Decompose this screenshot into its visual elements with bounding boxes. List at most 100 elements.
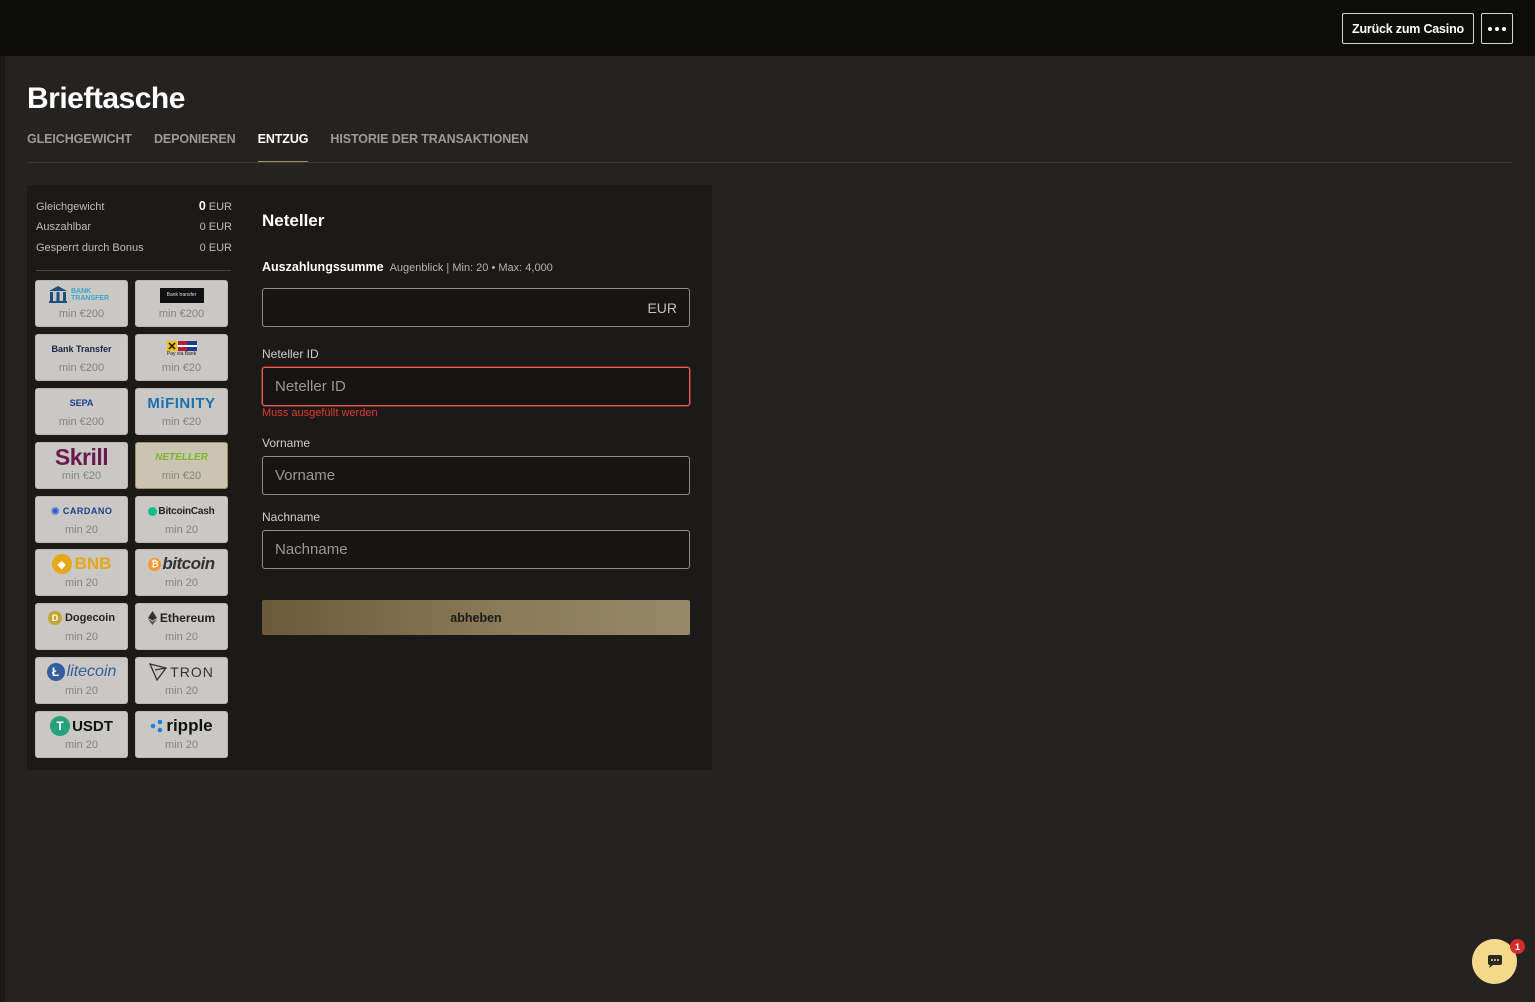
balance-total-row: Gleichgewicht 0 EUR [36,199,232,213]
tab-withdraw[interactable]: ENTZUG [257,130,309,163]
more-dots-icon[interactable] [1481,13,1513,44]
method-min: min €20 [161,362,202,374]
method-skrill[interactable]: Skrill min €20 [35,442,128,489]
method-min: min €200 [158,308,205,320]
sepa-logo: SEPA [69,398,94,408]
method-ethereum[interactable]: Ethereum min 20 [135,603,228,650]
balance-bonus-row: Gesperrt durch Bonus 0 EUR [36,242,232,254]
method-min: min 20 [164,524,199,536]
method-min: min 20 [64,685,99,697]
pay-via-bank-logo: Pay via Bank [166,335,197,363]
method-bank-transfer-1[interactable]: BANK TRANSFER min €200 [35,280,128,327]
balance-total-currency: EUR [208,201,232,213]
method-dogecoin[interactable]: D Dogecoin min 20 [35,603,128,650]
left-edge [0,56,5,1002]
method-bank-transfer-3[interactable]: Bank Transfer min €200 [35,334,128,381]
form-title: Neteller [262,211,325,230]
cardano-icon: ✺ [50,505,60,518]
bank-transfer-dark-logo: Bank transfer [159,281,204,309]
neteller-logo: NETELLER [155,451,208,463]
balance-bonus-label: Gesperrt durch Bonus [36,242,144,254]
balance-withdrawable-label: Auszahlbar [36,221,92,233]
withdraw-panel: Gleichgewicht 0 EUR Auszahlbar 0 EUR Gesp… [27,185,712,770]
method-min: min €20 [61,470,102,482]
neteller-id-error: Muss ausgefüllt werden [262,407,378,419]
skrill-logo: Skrill [54,444,109,470]
method-tron[interactable]: TRON min 20 [135,657,228,704]
bitcoincash-logo: BitcoinCash [148,497,215,525]
balance-withdrawable-value: 0 EUR [199,221,232,233]
ripple-logo: ripple [150,712,213,740]
balance-total-label: Gleichgewicht [36,201,105,213]
cardano-logo: ✺ CARDANO [50,505,113,518]
neteller-id-input[interactable]: Neteller ID [262,367,690,406]
page-title: Brieftasche [27,82,185,115]
dogecoin-icon: D [47,611,62,625]
neteller-id-label: Neteller ID [262,347,319,361]
balance-divider [36,270,231,271]
lastname-input[interactable]: Nachname [262,530,690,569]
tab-deposit[interactable]: DEPONIEREN [154,130,236,163]
amount-hint: Augenblick | Min: 20 • Max: 4,000 [389,262,553,274]
amount-label-text: Auszahlungssumme [262,260,384,274]
method-min: min 20 [64,524,99,536]
ethereum-logo: Ethereum [147,604,215,632]
ripple-icon [151,719,163,733]
tron-icon [149,663,168,681]
usdt-logo: T USDT [50,712,113,740]
balance-bonus-value: 0 EUR [199,242,232,254]
method-ripple[interactable]: ripple min 20 [135,711,228,758]
method-min: min 20 [64,631,99,643]
chat-icon [1487,954,1502,968]
tab-balance[interactable]: GLEICHGEWICHT [27,130,132,163]
method-litecoin[interactable]: Ł litecoin min 20 [35,657,128,704]
tabs-divider [27,162,1513,163]
method-min: min €200 [58,308,105,320]
method-min: min €200 [58,362,105,374]
bitcoin-icon: ₿ [148,557,162,571]
lastname-placeholder: Nachname [275,541,348,558]
tab-history[interactable]: HISTORIE DER TRANSAKTIONEN [330,130,528,163]
amount-label: Auszahlungssumme Augenblick | Min: 20 • M… [262,260,553,274]
method-bank-transfer-2[interactable]: Bank transfer min €200 [135,280,228,327]
bnb-logo: ◆ BNB [51,550,111,578]
method-min: min 20 [164,685,199,697]
balance-withdrawable-row: Auszahlbar 0 EUR [36,221,232,233]
back-to-casino-button[interactable]: Zurück zum Casino [1342,13,1474,44]
method-min: min €200 [58,416,105,428]
bank-transfer-text-logo: Bank Transfer [51,344,112,354]
method-min: min 20 [164,577,199,589]
usdt-icon: T [50,716,71,736]
neteller-id-placeholder: Neteller ID [275,378,346,395]
wallet-tabs: GLEICHGEWICHT DEPONIEREN ENTZUG HISTORIE… [27,130,550,163]
bank-transfer-logo: BANK TRANSFER [48,281,115,309]
method-cardano[interactable]: ✺ CARDANO min 20 [35,496,128,543]
method-min: min €20 [161,416,202,428]
dogecoin-logo: D Dogecoin [47,604,115,632]
method-sepa[interactable]: SEPA min €200 [35,388,128,435]
chat-notification-badge: 1 [1510,939,1525,954]
top-bar: Zurück zum Casino [0,0,1535,56]
firstname-input[interactable]: Vorname [262,456,690,495]
method-min: min 20 [64,739,99,751]
method-bnb[interactable]: ◆ BNB min 20 [35,549,128,596]
method-neteller[interactable]: NETELLER min €20 [135,442,228,489]
firstname-placeholder: Vorname [275,467,336,484]
method-pay-via-bank[interactable]: Pay via Bank min €20 [135,334,228,381]
ethereum-icon [147,611,157,625]
method-usdt[interactable]: T USDT min 20 [35,711,128,758]
mifinity-logo: MiFINITY [147,394,216,412]
lastname-label: Nachname [262,510,321,524]
balance-total-value: 0 [198,199,206,213]
method-mifinity[interactable]: MiFINITY min €20 [135,388,228,435]
amount-input[interactable]: EUR [262,288,690,327]
bnb-icon: ◆ [51,554,72,574]
withdraw-button[interactable]: abheben [262,600,690,635]
firstname-label: Vorname [262,436,311,450]
method-bitcoincash[interactable]: BitcoinCash min 20 [135,496,228,543]
method-min: min €20 [161,470,202,482]
method-bitcoin[interactable]: ₿ bitcoin min 20 [135,549,228,596]
tron-logo: TRON [149,658,214,686]
amount-currency: EUR [647,299,677,316]
method-min: min 20 [164,631,199,643]
